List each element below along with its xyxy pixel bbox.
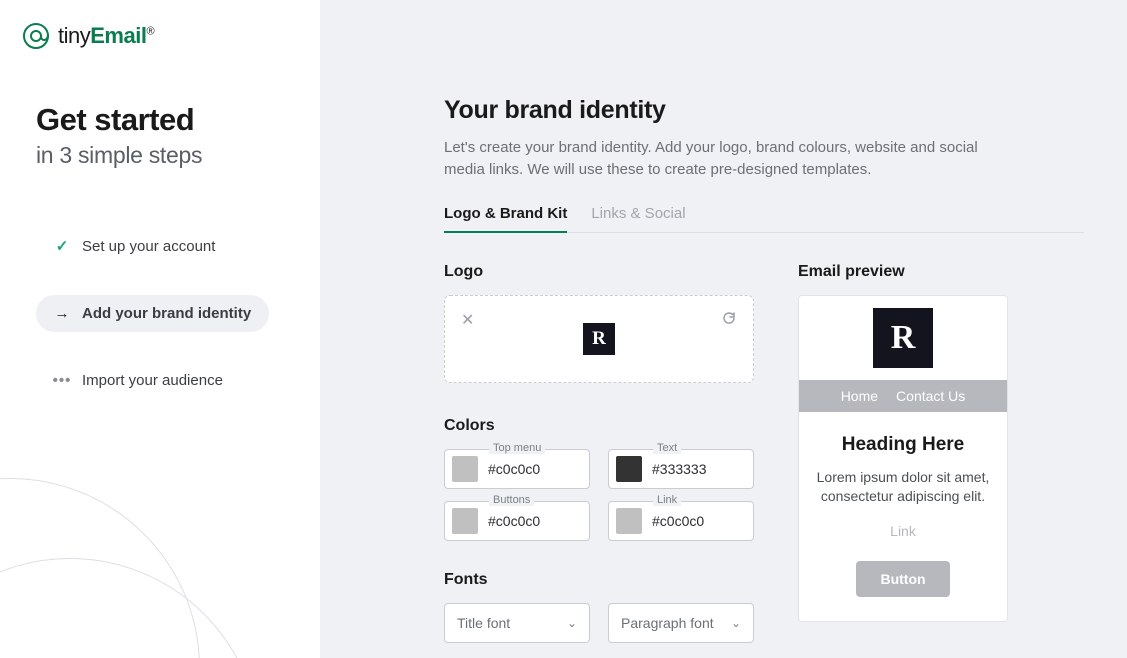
color-hex-input[interactable] bbox=[642, 461, 722, 477]
select-placeholder: Title font bbox=[457, 615, 510, 631]
step-label: Import your audience bbox=[82, 372, 223, 389]
arrow-right-icon: → bbox=[54, 305, 70, 322]
color-hex-input[interactable] bbox=[478, 461, 558, 477]
color-link[interactable]: Link bbox=[608, 501, 754, 541]
preview-button: Button bbox=[856, 561, 949, 597]
color-swatch[interactable] bbox=[452, 456, 478, 482]
main-content: Your brand identity Let's create your br… bbox=[444, 96, 1084, 643]
color-hex-input[interactable] bbox=[642, 513, 722, 529]
logo-upload-box[interactable]: ✕ R bbox=[444, 295, 754, 383]
page-description: Let's create your brand identity. Add yo… bbox=[444, 137, 1004, 181]
check-icon: ✓ bbox=[54, 237, 70, 255]
section-preview-label: Email preview bbox=[798, 263, 1008, 281]
decorative-circle bbox=[0, 558, 260, 658]
headline-subtitle: in 3 simple steps bbox=[36, 142, 320, 169]
brand-logo: tinyEmail® bbox=[0, 0, 320, 50]
preview-body-text: Lorem ipsum dolor sit amet, consectetur … bbox=[815, 468, 991, 507]
page-title: Your brand identity bbox=[444, 96, 1084, 125]
select-placeholder: Paragraph font bbox=[621, 615, 714, 631]
preview-heading: Heading Here bbox=[815, 434, 991, 456]
step-brand-identity[interactable]: → Add your brand identity bbox=[36, 295, 269, 332]
tab-logo-brand-kit[interactable]: Logo & Brand Kit bbox=[444, 205, 567, 232]
section-logo-label: Logo bbox=[444, 263, 754, 281]
refresh-icon[interactable] bbox=[721, 310, 737, 331]
step-setup-account[interactable]: ✓ Set up your account bbox=[36, 227, 233, 265]
email-preview-card: R Home Contact Us Heading Here Lorem ips… bbox=[798, 295, 1008, 622]
color-hex-input[interactable] bbox=[478, 513, 558, 529]
title-font-select[interactable]: Title font ⌄ bbox=[444, 603, 590, 643]
preview-logo: R bbox=[873, 308, 933, 368]
section-fonts-label: Fonts bbox=[444, 571, 754, 589]
preview-nav-contact: Contact Us bbox=[896, 388, 965, 404]
tab-links-social[interactable]: Links & Social bbox=[591, 205, 685, 232]
headline-title: Get started bbox=[36, 102, 320, 138]
close-icon[interactable]: ✕ bbox=[461, 310, 474, 330]
color-text[interactable]: Text bbox=[608, 449, 754, 489]
section-colors-label: Colors bbox=[444, 417, 754, 435]
headline: Get started in 3 simple steps bbox=[0, 50, 320, 169]
chevron-down-icon: ⌄ bbox=[567, 616, 577, 630]
color-buttons[interactable]: Buttons bbox=[444, 501, 590, 541]
paragraph-font-select[interactable]: Paragraph font ⌄ bbox=[608, 603, 754, 643]
preview-link: Link bbox=[815, 523, 991, 539]
color-swatch[interactable] bbox=[452, 508, 478, 534]
step-label: Add your brand identity bbox=[82, 305, 251, 322]
brand-name: tinyEmail® bbox=[58, 23, 154, 49]
color-swatch[interactable] bbox=[616, 456, 642, 482]
sidebar: tinyEmail® Get started in 3 simple steps… bbox=[0, 0, 320, 658]
preview-nav-home: Home bbox=[841, 388, 878, 404]
tabs: Logo & Brand Kit Links & Social bbox=[444, 205, 1084, 233]
preview-top-menu: Home Contact Us bbox=[799, 380, 1007, 412]
field-label: Top menu bbox=[489, 442, 545, 454]
color-topmenu[interactable]: Top menu bbox=[444, 449, 590, 489]
uploaded-logo: R bbox=[583, 323, 615, 355]
onboarding-steps: ✓ Set up your account → Add your brand i… bbox=[0, 169, 320, 399]
color-swatch[interactable] bbox=[616, 508, 642, 534]
chevron-down-icon: ⌄ bbox=[731, 616, 741, 630]
step-import-audience[interactable]: ••• Import your audience bbox=[36, 362, 241, 399]
field-label: Link bbox=[653, 494, 681, 506]
field-label: Buttons bbox=[489, 494, 534, 506]
at-icon bbox=[22, 22, 50, 50]
step-label: Set up your account bbox=[82, 238, 215, 255]
field-label: Text bbox=[653, 442, 681, 454]
dots-icon: ••• bbox=[54, 372, 70, 389]
